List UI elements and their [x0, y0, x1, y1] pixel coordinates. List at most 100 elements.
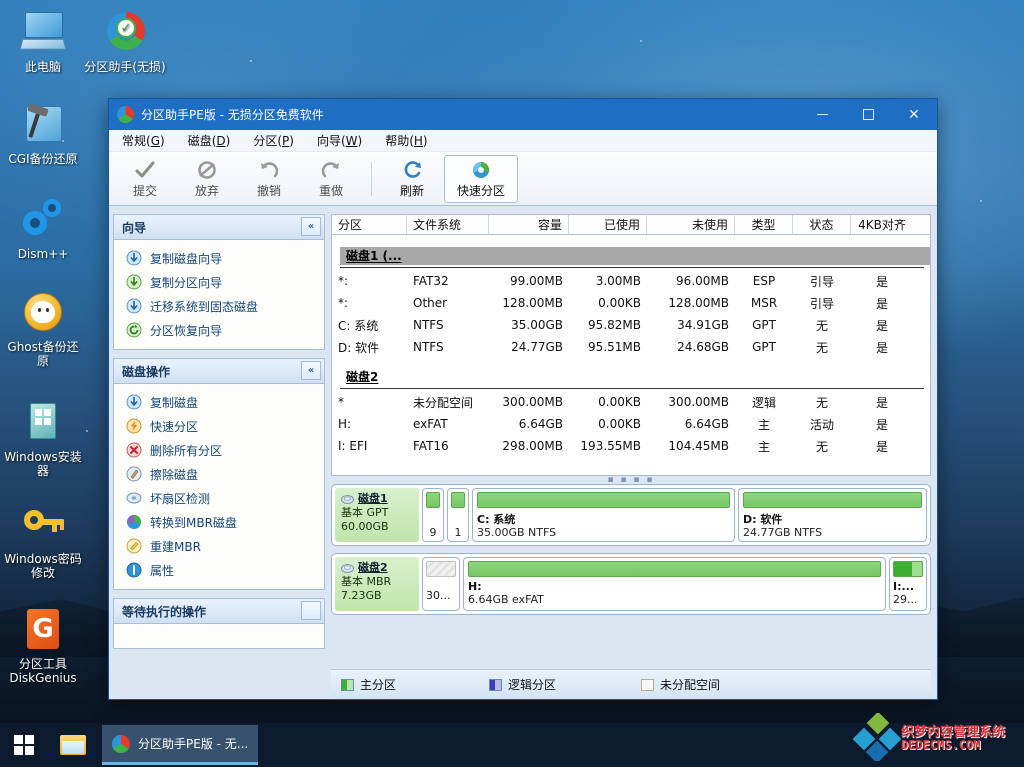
column-header-unused[interactable]: 未使用	[647, 215, 735, 234]
menu-item-disk[interactable]: 磁盘(D)	[185, 131, 234, 150]
sidebar-item-rebuild-mbr[interactable]: 重建MBR	[114, 534, 324, 558]
disk-map-partition-esp[interactable]: 9	[422, 488, 444, 542]
column-header-status[interactable]: 状态	[793, 215, 851, 234]
desktop-icon-this-pc[interactable]: 此电脑	[2, 8, 84, 74]
disk-map-partition-d[interactable]: D: 软件 24.77GB NTFS	[737, 488, 927, 542]
cell-aligned: 是	[875, 296, 888, 311]
menu-item-partition[interactable]: 分区(P)	[250, 131, 297, 150]
toolbar-discard-button[interactable]: 放弃	[177, 155, 237, 203]
disk-map-row-disk2[interactable]: 磁盘2 基本 MBR 7.23GB 30... H: 6.64GB exFAT	[331, 553, 931, 615]
maximize-button[interactable]	[845, 99, 891, 130]
quick-partition-icon	[470, 158, 492, 180]
disk-group-header[interactable]: 磁盘2	[332, 366, 930, 388]
disk-group-label: 磁盘1 (...	[340, 247, 930, 265]
sidebar-item-migrate-os[interactable]: 迁移系统到固态磁盘	[114, 294, 324, 318]
panel-splitter[interactable]: ▪ ▪ ▪ ▪	[331, 475, 931, 485]
column-header-type[interactable]: 类型	[735, 215, 793, 234]
column-header-used[interactable]: 已使用	[569, 215, 647, 234]
disk-map-partition-c[interactable]: C: 系统 35.00GB NTFS	[472, 488, 735, 542]
desktop-icon-dism[interactable]: Dism++	[2, 195, 84, 261]
panel-disk-operations-body: 复制磁盘 快速分区 删除所有分区 擦除磁盘 坏扇区检测 转换到MBR磁盘 重建M…	[114, 384, 324, 589]
panel-disk-operations-header[interactable]: 磁盘操作 «	[114, 359, 324, 384]
legend-item-unallocated: 未分配空间	[641, 676, 720, 693]
toolbar-undo-button[interactable]: 撤销	[239, 155, 299, 203]
menu-item-wizard[interactable]: 向导(W)	[314, 131, 365, 150]
sidebar-item-bad-sector-check[interactable]: 坏扇区检测	[114, 486, 324, 510]
cell-filesystem: exFAT	[413, 417, 448, 431]
close-button[interactable]: ✕	[891, 99, 937, 130]
table-row[interactable]: *: FAT32 99.00MB 3.00MB 96.00MB ESP 引导 是	[332, 270, 930, 292]
toolbar-quick-partition-button[interactable]: 快速分区	[444, 154, 518, 203]
toolbar: 提交 放弃 撤销 重做 刷新 快速分区	[109, 152, 937, 206]
sidebar-item-wipe-disk[interactable]: 擦除磁盘	[114, 462, 324, 486]
column-header-capacity[interactable]: 容量	[489, 215, 569, 234]
disk-icon	[341, 563, 354, 573]
desktop-icon-ghost-backup[interactable]: Ghost备份还原	[2, 288, 84, 368]
copy-disk-icon	[126, 250, 142, 266]
desktop-icon-windows-password[interactable]: Windows密码修改	[2, 500, 84, 580]
panel-pending-operations-header[interactable]: 等待执行的操作	[114, 599, 324, 624]
partition-label: C: 系统	[477, 513, 516, 526]
column-header-filesystem[interactable]: 文件系统	[407, 215, 489, 234]
partition-usage-bar	[742, 492, 922, 508]
file-explorer-button[interactable]	[48, 723, 98, 767]
desktop-icon-diskgenius[interactable]: G 分区工具DiskGenius	[2, 605, 84, 685]
disk-map-partition-h[interactable]: H: 6.64GB exFAT	[463, 557, 886, 611]
cell-type: MSR	[750, 296, 778, 310]
column-header-partition[interactable]: 分区	[332, 215, 407, 234]
window-titlebar[interactable]: 分区助手PE版 - 无损分区免费软件 ✕	[109, 99, 937, 130]
refresh-icon	[401, 158, 423, 180]
disk-group-header[interactable]: 磁盘1 (...	[332, 245, 930, 267]
start-button[interactable]	[0, 723, 48, 767]
disk-map-partition-msr[interactable]: 1	[447, 488, 469, 542]
disk-map-row-disk1[interactable]: 磁盘1 基本 GPT 60.00GB 9 1 C: 系统 35.00GB NTF…	[331, 484, 931, 546]
chevron-up-icon[interactable]: «	[301, 361, 321, 380]
sidebar-item-label: 复制分区向导	[150, 275, 223, 290]
toolbar-redo-button[interactable]: 重做	[301, 155, 361, 203]
disk-map-partition-i[interactable]: I:... 29...	[889, 557, 927, 611]
chevron-up-icon[interactable]: «	[301, 217, 321, 236]
toolbar-commit-button[interactable]: 提交	[115, 155, 175, 203]
taskbar-item-partition-assistant[interactable]: 分区助手PE版 - 无...	[102, 725, 259, 765]
panel-title: 向导	[122, 220, 147, 235]
sidebar-item-copy-partition-wizard[interactable]: 复制分区向导	[114, 270, 324, 294]
sidebar-item-quick-partition[interactable]: 快速分区	[114, 414, 324, 438]
desktop-icon-cgi-backup[interactable]: CGI备份还原	[2, 100, 84, 166]
toolbar-label: 放弃	[194, 184, 219, 198]
table-row[interactable]: *: Other 128.00MB 0.00KB 128.00MB MSR 引导…	[332, 292, 930, 314]
panel-disk-operations: 磁盘操作 « 复制磁盘 快速分区 删除所有分区 擦除磁盘 坏扇区检测 转换到MB…	[113, 358, 325, 590]
desktop-icon-windows-installer[interactable]: Windows安装器	[2, 398, 84, 478]
sidebar-item-properties[interactable]: 属性	[114, 558, 324, 582]
minimize-button[interactable]	[799, 99, 845, 130]
toolbar-refresh-button[interactable]: 刷新	[382, 155, 442, 203]
sidebar-item-delete-all-partitions[interactable]: 删除所有分区	[114, 438, 324, 462]
cell-capacity: 6.64GB	[518, 417, 563, 431]
disk-map-partition-unallocated[interactable]: 30...	[422, 557, 460, 611]
sidebar-item-label: 复制磁盘向导	[150, 251, 223, 266]
watermark-text-line2: DEDECMS.COM	[901, 738, 981, 752]
partition-size-label: 30...	[426, 589, 451, 602]
table-row[interactable]: H: exFAT 6.64GB 0.00KB 6.64GB 主 活动 是	[332, 413, 930, 435]
cell-capacity: 99.00MB	[510, 274, 563, 288]
sidebar-item-copy-disk[interactable]: 复制磁盘	[114, 390, 324, 414]
sidebar-item-partition-recovery-wizard[interactable]: 分区恢复向导	[114, 318, 324, 342]
legend-label: 逻辑分区	[508, 678, 557, 692]
table-row[interactable]: C: 系统 NTFS 35.00GB 95.82MB 34.91GB GPT 无…	[332, 314, 930, 336]
chevron-up-icon[interactable]	[301, 601, 321, 620]
sidebar-item-copy-disk-wizard[interactable]: 复制磁盘向导	[114, 246, 324, 270]
cell-capacity: 298.00MB	[502, 439, 563, 453]
column-header-aligned[interactable]: 4KB对齐	[851, 215, 913, 234]
menu-item-general[interactable]: 常规(G)	[119, 131, 168, 150]
panel-wizard-header[interactable]: 向导 «	[114, 215, 324, 240]
desktop-icon-label: CGI备份还原	[8, 152, 78, 166]
menu-item-help[interactable]: 帮助(H)	[382, 131, 430, 150]
cell-unused: 300.00MB	[668, 395, 729, 409]
table-row[interactable]: D: 软件 NTFS 24.77GB 95.51MB 24.68GB GPT 无…	[332, 336, 930, 358]
sidebar-item-label: 转换到MBR磁盘	[150, 515, 237, 530]
cell-capacity: 300.00MB	[502, 395, 563, 409]
splitter-grip-icon: ▪ ▪ ▪ ▪	[607, 475, 655, 485]
desktop-icon-partition-assistant[interactable]: ✓ 分区助手(无损)	[84, 8, 166, 74]
table-row[interactable]: I: EFI FAT16 298.00MB 193.55MB 104.45MB …	[332, 435, 930, 457]
table-row[interactable]: * 未分配空间 300.00MB 0.00KB 300.00MB 逻辑 无 是	[332, 391, 930, 413]
sidebar-item-convert-to-mbr[interactable]: 转换到MBR磁盘	[114, 510, 324, 534]
